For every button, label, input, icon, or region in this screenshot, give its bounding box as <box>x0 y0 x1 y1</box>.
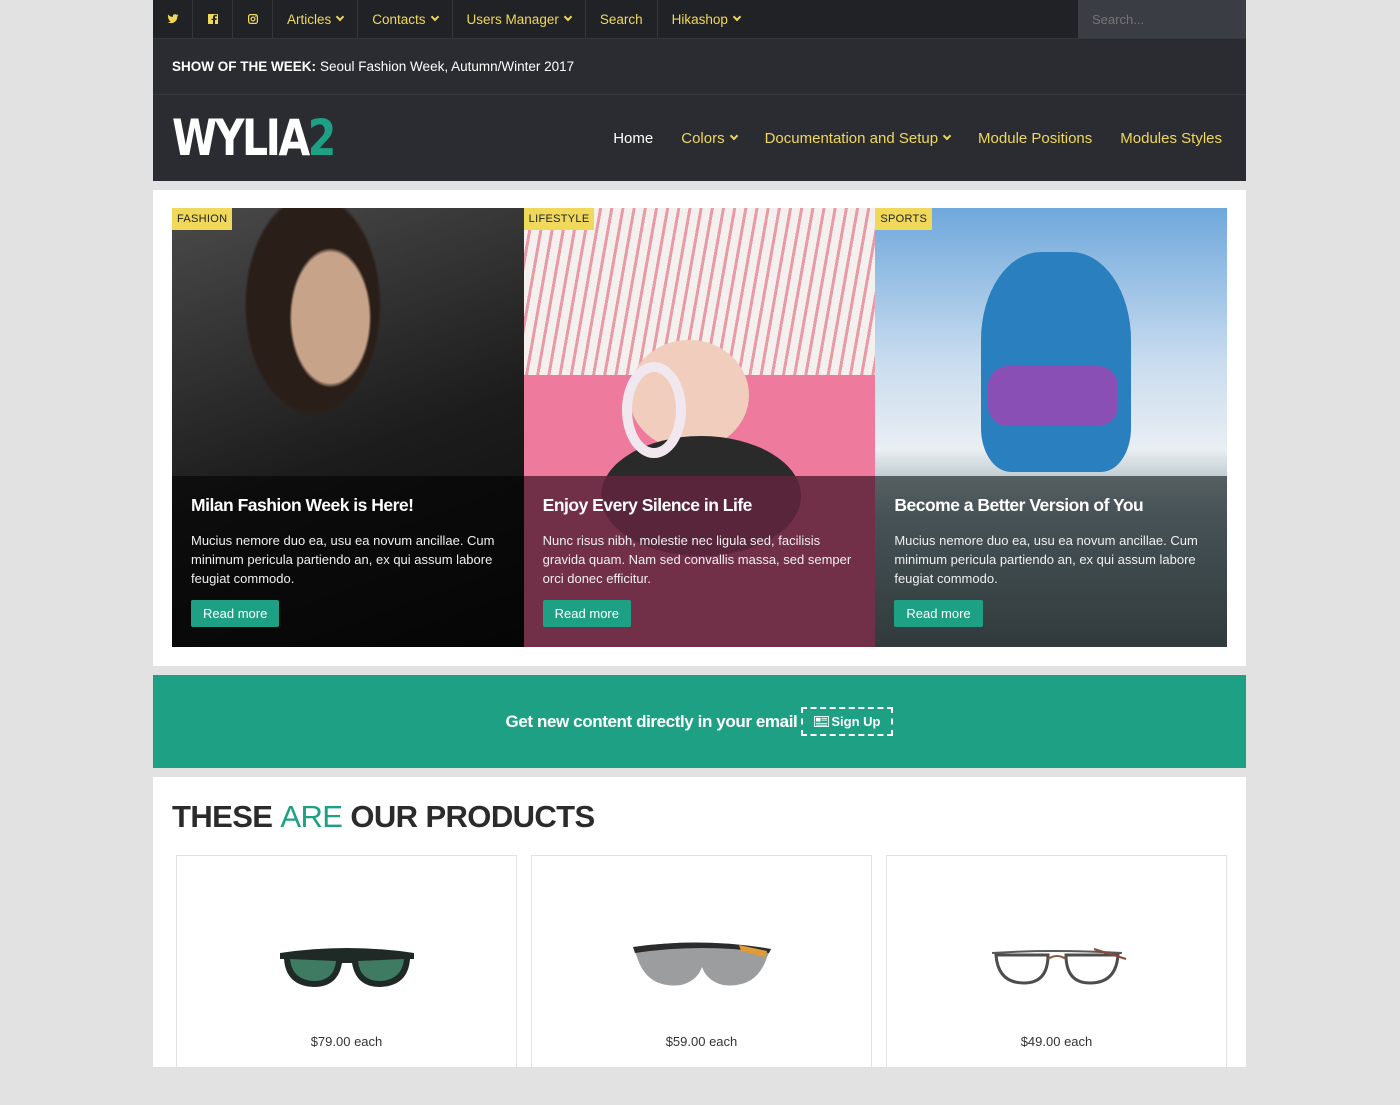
products-section: THESE ARE OUR PRODUCTS $79.00 each $59.0… <box>153 777 1246 1105</box>
twitter-icon <box>167 14 178 24</box>
card-overlay: Enjoy Every Silence in Life Nunc risus n… <box>523 476 876 647</box>
read-more-button[interactable]: Read more <box>191 600 280 627</box>
card-title[interactable]: Become a Better Version of You <box>894 495 1208 516</box>
sunglasses-image <box>279 948 414 987</box>
card-overlay: Become a Better Version of You Mucius ne… <box>875 476 1228 647</box>
main-nav-module-positions[interactable]: Module Positions <box>978 130 1092 147</box>
product-grid: $79.00 each $59.00 each $49.00 each <box>172 855 1227 1105</box>
instagram-icon <box>247 14 258 24</box>
facebook-icon <box>207 14 218 24</box>
title-part: THESE <box>172 799 273 834</box>
chevron-down-icon <box>942 131 952 141</box>
top-nav-label: Users Manager <box>466 11 559 27</box>
top-nav-search[interactable]: Search <box>586 0 658 38</box>
chevron-down-icon <box>732 12 742 22</box>
product-card[interactable]: $59.00 each <box>531 855 872 1105</box>
card-title[interactable]: Milan Fashion Week is Here! <box>191 495 505 516</box>
card-excerpt: Mucius nemore duo ea, usu ea novum ancil… <box>191 533 495 586</box>
safety-glasses-image <box>632 942 771 986</box>
eyeglasses-image <box>991 948 1126 985</box>
main-nav: Home Colors Documentation and Setup Modu… <box>585 130 1222 147</box>
newsletter-banner: Get new content directly in your email S… <box>153 675 1246 768</box>
product-image[interactable] <box>177 906 516 1026</box>
main-nav-modules-styles[interactable]: Modules Styles <box>1120 130 1222 147</box>
chevron-down-icon <box>563 12 573 22</box>
chevron-down-icon <box>729 131 738 141</box>
chevron-down-icon <box>336 12 345 22</box>
main-nav-label: Documentation and Setup <box>764 129 939 147</box>
featured-card[interactable]: SPORTS Become a Better Version of You Mu… <box>875 208 1228 647</box>
top-nav-hikashop[interactable]: Hikashop <box>658 0 754 38</box>
sign-up-button[interactable]: Sign Up <box>801 707 894 736</box>
featured-card[interactable]: FASHION Milan Fashion Week is Here! Muci… <box>172 208 524 647</box>
main-nav-label: Modules Styles <box>1120 129 1222 147</box>
site-logo[interactable]: WYLIA2 <box>172 109 337 167</box>
top-nav-users-manager[interactable]: Users Manager <box>453 0 586 38</box>
main-nav-home[interactable]: Home <box>613 130 653 147</box>
top-nav: Articles Contacts Users Manager Search H… <box>273 0 754 38</box>
chevron-down-icon <box>430 12 439 22</box>
products-title: THESE ARE OUR PRODUCTS <box>172 799 1227 835</box>
card-excerpt: Mucius nemore duo ea, usu ea novum ancil… <box>894 533 1198 586</box>
top-nav-articles[interactable]: Articles <box>273 0 359 38</box>
main-nav-label: Colors <box>681 129 725 147</box>
facebook-link[interactable] <box>193 0 233 38</box>
twitter-link[interactable] <box>153 0 193 38</box>
show-link[interactable]: Seoul Fashion Week, Autumn/Winter 2017 <box>320 59 574 74</box>
site-header: WYLIA2 Home Colors Documentation and Set… <box>153 95 1246 181</box>
image-shape <box>980 251 1131 472</box>
main-nav-colors[interactable]: Colors <box>681 129 738 147</box>
newspaper-icon <box>814 716 830 727</box>
newsletter-text: Get new content directly in your email <box>505 711 798 731</box>
read-more-button[interactable]: Read more <box>542 600 631 627</box>
headphones-shape <box>622 361 687 458</box>
main-nav-documentation[interactable]: Documentation and Setup <box>764 129 952 147</box>
instagram-link[interactable] <box>233 0 273 38</box>
product-card[interactable]: $49.00 each <box>886 855 1227 1105</box>
top-nav-contacts[interactable]: Contacts <box>358 0 453 38</box>
title-part: OUR PRODUCTS <box>350 799 595 834</box>
top-nav-label: Search <box>599 11 643 27</box>
product-card[interactable]: $79.00 each <box>176 855 517 1105</box>
logo-text: WYLIA <box>172 109 310 167</box>
top-nav-label: Hikashop <box>671 11 728 27</box>
product-price: $79.00 each <box>310 1034 383 1049</box>
featured-card[interactable]: LIFESTYLE Enjoy Every Silence in Life Nu… <box>523 208 876 647</box>
top-nav-label: Articles <box>287 11 332 27</box>
product-image[interactable] <box>887 906 1226 1026</box>
category-tag[interactable]: LIFESTYLE <box>523 208 595 230</box>
featured-section: FASHION Milan Fashion Week is Here! Muci… <box>153 190 1246 666</box>
logo-accent: 2 <box>307 109 337 167</box>
show-label: SHOW OF THE WEEK: <box>172 59 316 74</box>
card-excerpt: Nunc risus nibh, molestie nec ligula sed… <box>542 533 852 586</box>
card-title[interactable]: Enjoy Every Silence in Life <box>543 495 857 516</box>
product-price: $59.00 each <box>665 1034 738 1049</box>
show-of-week-bar: SHOW OF THE WEEK: Seoul Fashion Week, Au… <box>153 38 1246 95</box>
product-price: $49.00 each <box>1020 1034 1093 1049</box>
category-tag[interactable]: FASHION <box>172 208 233 230</box>
top-nav-label: Contacts <box>372 11 426 27</box>
title-highlight: ARE <box>280 799 343 834</box>
product-image[interactable] <box>532 906 871 1026</box>
card-overlay: Milan Fashion Week is Here! Mucius nemor… <box>172 476 524 647</box>
search-input[interactable] <box>1078 0 1246 38</box>
category-tag[interactable]: SPORTS <box>875 208 933 230</box>
read-more-button[interactable]: Read more <box>894 600 983 627</box>
sign-up-label: Sign Up <box>831 714 881 729</box>
image-shape <box>987 366 1118 427</box>
main-nav-label: Module Positions <box>978 129 1093 147</box>
top-bar: Articles Contacts Users Manager Search H… <box>153 0 1246 38</box>
main-nav-label: Home <box>613 129 654 147</box>
